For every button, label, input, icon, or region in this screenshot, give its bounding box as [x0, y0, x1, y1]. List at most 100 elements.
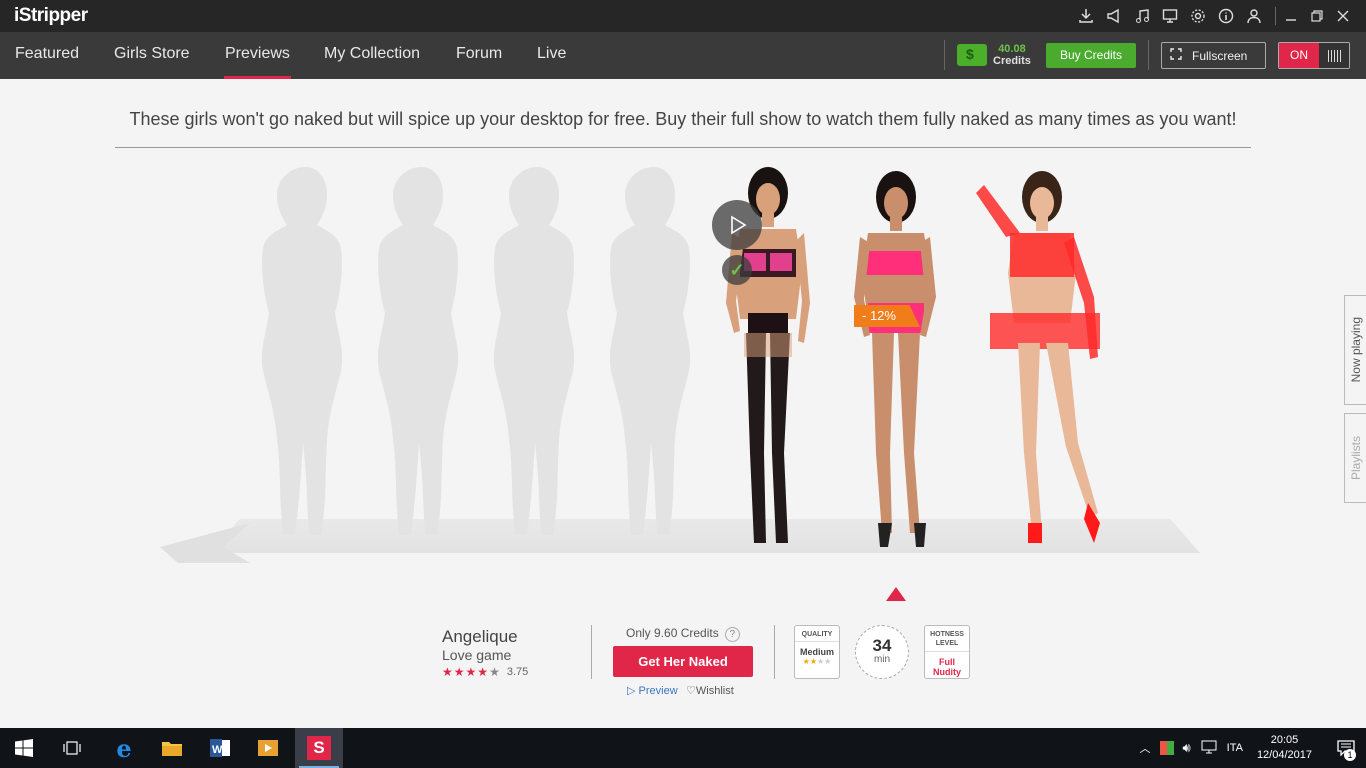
hotness-title: HOTNESS LEVEL — [925, 630, 969, 652]
silhouette-placeholder — [493, 167, 575, 535]
nav-separator — [1148, 40, 1149, 70]
side-tab-label: Playlists — [1348, 435, 1363, 480]
get-her-naked-button[interactable]: Get Her Naked — [613, 646, 753, 677]
info-icon[interactable] — [1212, 0, 1240, 32]
preview-stage — [160, 163, 1210, 573]
money-icon — [957, 44, 987, 66]
windows-taskbar: e W S ︿ 🔊︎ ITA 20:05 12/04/2017 1 — [0, 728, 1366, 768]
buy-credits-button[interactable]: Buy Credits — [1046, 43, 1136, 68]
edge-icon[interactable]: e — [100, 728, 148, 768]
user-icon[interactable] — [1240, 0, 1268, 32]
credits-balance: 40.08 Credits — [944, 40, 1031, 70]
side-tab-playlists[interactable]: Playlists — [1344, 413, 1366, 503]
headline-divider — [115, 147, 1251, 148]
play-outline-icon: ▷ — [627, 685, 636, 697]
start-button[interactable] — [0, 728, 48, 768]
checkmark-icon[interactable]: ✓ — [722, 255, 752, 285]
nav-previews[interactable]: Previews — [224, 32, 291, 79]
fullscreen-button[interactable]: Fullscreen — [1161, 42, 1266, 69]
language-indicator[interactable]: ITA — [1227, 742, 1243, 754]
minimize-icon[interactable] — [1278, 0, 1304, 32]
title-bar: iStripper — [0, 0, 1366, 32]
windows-logo-icon — [15, 739, 33, 757]
selection-pointer-icon — [886, 587, 906, 601]
silhouette-placeholder — [261, 167, 343, 535]
preview-link[interactable]: ▷ Preview — [627, 684, 678, 697]
task-view-icon[interactable] — [48, 728, 96, 768]
quality-value: Medium — [799, 647, 834, 657]
quality-badge: QUALITY Medium ★★★★ — [794, 625, 840, 679]
star-icon: ★ — [465, 665, 477, 679]
model-card-3[interactable] — [970, 163, 1120, 553]
show-title: Love game — [442, 647, 512, 663]
clock-time: 20:05 — [1270, 734, 1299, 746]
toggle-on-label: ON — [1279, 43, 1319, 68]
app-logo: iStripper — [14, 5, 88, 26]
star-icon: ★ — [442, 665, 453, 679]
price-text: Only 9.60 Credits? — [626, 626, 740, 642]
side-tab-label: Now playing — [1348, 317, 1363, 383]
heart-icon: ♡ — [686, 685, 696, 697]
expand-icon — [1170, 48, 1182, 63]
quality-title: QUALITY — [795, 631, 839, 642]
nav-girls-store[interactable]: Girls Store — [114, 32, 190, 79]
clock[interactable]: 20:05 12/04/2017 — [1257, 733, 1312, 763]
nav-live[interactable]: Live — [537, 32, 566, 79]
nav-forum[interactable]: Forum — [456, 32, 502, 79]
duration-badge: 34 min — [855, 625, 909, 679]
duration-value: 34 — [872, 636, 892, 655]
restore-icon[interactable] — [1304, 0, 1330, 32]
clock-date: 12/04/2017 — [1256, 749, 1312, 761]
nav-featured[interactable]: Featured — [15, 32, 79, 79]
silhouette-placeholder — [609, 167, 691, 535]
info-divider — [591, 625, 592, 679]
hotness-value: Full Nudity — [933, 657, 961, 677]
file-explorer-icon[interactable] — [148, 728, 196, 768]
star-empty-icon: ★ — [489, 665, 500, 679]
chevron-up-icon[interactable]: ︿ — [1139, 740, 1150, 756]
rating-stars: ★ ★ ★ ★ ★ 3.75 — [442, 665, 528, 679]
fullscreen-label: Fullscreen — [1192, 48, 1248, 63]
rating-value: 3.75 — [506, 666, 529, 678]
network-icon[interactable] — [1201, 740, 1217, 757]
titlebar-tools — [1072, 0, 1272, 32]
price-label: Only 9.60 Credits — [626, 626, 719, 640]
info-divider — [774, 625, 775, 679]
action-center-button[interactable]: 1 — [1326, 728, 1366, 768]
monitor-icon[interactable] — [1156, 0, 1184, 32]
model-card-2[interactable] — [840, 163, 950, 553]
nav-my-collection[interactable]: My Collection — [324, 32, 420, 79]
tray-app-icon[interactable] — [1160, 741, 1175, 755]
gear-icon[interactable] — [1184, 0, 1212, 32]
play-icon — [731, 215, 747, 235]
model-name[interactable]: Angelique — [442, 627, 518, 647]
close-icon[interactable] — [1330, 0, 1356, 32]
svg-text:W: W — [212, 744, 223, 756]
titlebar-separator — [1275, 7, 1276, 25]
megaphone-icon[interactable] — [1100, 0, 1128, 32]
music-icon[interactable] — [1128, 0, 1156, 32]
help-icon[interactable]: ? — [724, 627, 740, 642]
quality-stars-icon: ★★★★ — [802, 657, 832, 666]
play-preview-button[interactable] — [712, 200, 762, 250]
side-tab-now-playing[interactable]: Now playing — [1344, 295, 1366, 405]
download-icon[interactable] — [1072, 0, 1100, 32]
silhouette-placeholder — [377, 167, 459, 535]
notification-count: 1 — [1344, 749, 1356, 761]
wishlist-link[interactable]: ♡Wishlist — [686, 684, 734, 697]
system-tray: ︿ 🔊︎ ITA 20:05 12/04/2017 1 — [1139, 728, 1366, 768]
hotness-badge: HOTNESS LEVEL Full Nudity — [924, 625, 970, 679]
duration-unit: min — [873, 654, 891, 665]
star-icon: ★ — [477, 665, 489, 679]
stripper-toggle[interactable]: ON — [1278, 42, 1350, 69]
discount-badge: - 12% — [854, 305, 920, 327]
istripper-taskbar-icon[interactable]: S — [295, 728, 343, 768]
credits-text: 40.08 Credits — [993, 43, 1031, 67]
volume-icon[interactable]: 🔊︎ — [1182, 740, 1190, 756]
star-icon: ★ — [453, 665, 465, 679]
word-icon[interactable]: W — [196, 728, 244, 768]
media-player-icon[interactable] — [244, 728, 292, 768]
app-window: iStripper Featured Girls Store Previews … — [0, 0, 1366, 728]
preview-label: Preview — [638, 685, 678, 697]
credits-amount: 40.08 — [998, 43, 1026, 55]
